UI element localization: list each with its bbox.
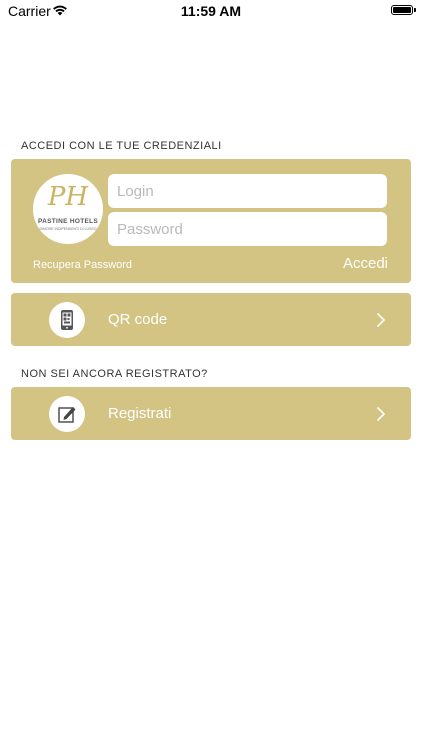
chevron-right-icon xyxy=(377,313,385,327)
status-bar: Carrier 11:59 AM xyxy=(0,0,422,24)
qr-phone-icon xyxy=(61,310,73,330)
chevron-right-icon xyxy=(377,407,385,421)
login-section-heading: ACCEDI CON LE TUE CREDENZIALI xyxy=(21,140,222,152)
qr-code-row[interactable]: QR code xyxy=(11,293,411,346)
login-button[interactable]: Accedi xyxy=(343,255,388,272)
recover-password-link[interactable]: Recupera Password xyxy=(33,259,132,271)
qr-code-label: QR code xyxy=(108,311,168,328)
hotel-logo: PH PASTINE HOTELS DIMORE INDIPENDENTI DI… xyxy=(33,174,103,244)
logo-brand-text: PASTINE HOTELS xyxy=(37,218,99,225)
register-section-heading: NON SEI ANCORA REGISTRATO? xyxy=(21,368,208,380)
password-input[interactable] xyxy=(108,212,387,246)
logo-monogram-icon: PH xyxy=(47,182,89,212)
register-label: Registrati xyxy=(108,405,172,422)
qr-icon-circle xyxy=(49,302,85,338)
register-icon-circle xyxy=(49,396,85,432)
clock: 11:59 AM xyxy=(180,3,242,19)
logo-sub-text: DIMORE INDIPENDENTI DI LUSSO xyxy=(39,227,97,231)
register-row[interactable]: Registrati xyxy=(11,387,411,440)
battery-icon xyxy=(391,5,416,15)
login-input[interactable] xyxy=(108,174,387,208)
login-panel: PH PASTINE HOTELS DIMORE INDIPENDENTI DI… xyxy=(11,159,411,283)
edit-icon xyxy=(58,407,76,423)
